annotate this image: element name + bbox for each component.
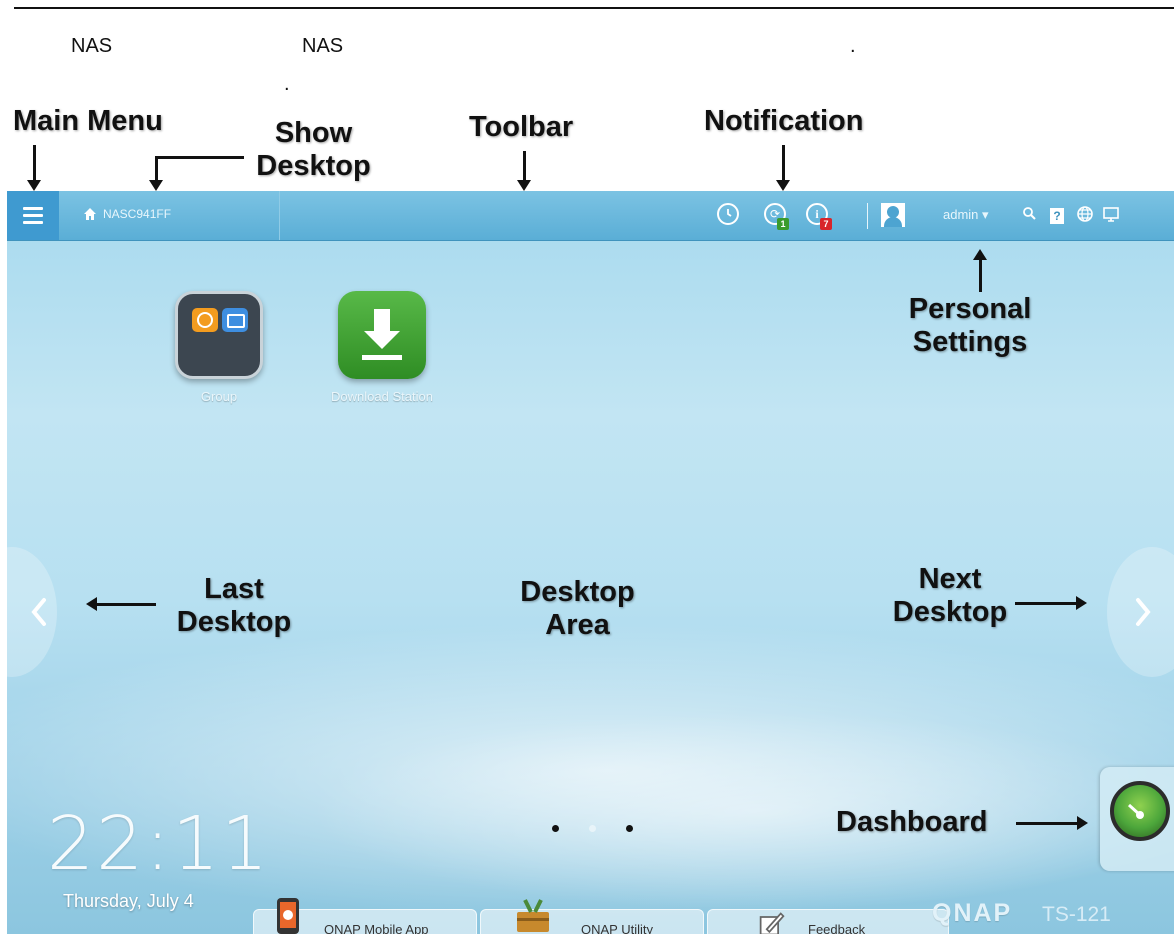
phone-icon xyxy=(277,898,299,934)
callout-next-desktop-line1: Next xyxy=(918,563,982,595)
home-icon xyxy=(84,208,96,220)
help-icon[interactable]: ? xyxy=(1047,205,1067,225)
app-group-label: Group xyxy=(200,389,238,404)
search-icon[interactable] xyxy=(1019,205,1039,225)
info-glyph: i xyxy=(815,207,819,221)
callout-personal-settings-line2: Settings xyxy=(912,326,1028,359)
sync-badge: 1 xyxy=(777,218,789,230)
search-icon-glyph xyxy=(1023,207,1036,220)
gauge-needle xyxy=(1127,803,1144,819)
callout-desktop-area: Desktop Area xyxy=(505,576,650,643)
chevron-right-icon xyxy=(1136,598,1151,626)
taskbar-feedback[interactable]: Feedback xyxy=(707,909,949,934)
show-desktop-button[interactable]: NASC941FF xyxy=(67,191,280,240)
callout-personal-settings: Personal Settings xyxy=(880,293,1060,360)
username-menu[interactable]: admin ▾ xyxy=(943,207,989,223)
taskbar-feedback-label: Feedback xyxy=(808,922,866,934)
doc-text-dot-2: . xyxy=(284,73,290,95)
dashboard-button[interactable] xyxy=(1100,767,1174,871)
user-avatar-icon[interactable] xyxy=(881,203,905,227)
callout-toolbar: Toolbar xyxy=(469,111,574,143)
arrow-main-menu xyxy=(27,145,41,191)
callout-notification: Notification xyxy=(704,105,864,137)
desktop-clock: 22:11 xyxy=(47,801,271,887)
callout-last-desktop-line2: Desktop xyxy=(176,606,292,639)
toolbar-divider xyxy=(867,203,868,229)
arrow-dashboard xyxy=(1016,816,1088,830)
arrow-notification xyxy=(776,145,790,191)
clock-hands xyxy=(727,209,732,217)
callout-main-menu: Main Menu xyxy=(13,105,163,137)
main-menu-button[interactable] xyxy=(7,191,59,240)
arrow-toolbar xyxy=(517,151,531,191)
taskbar-mobile-app-label: QNAP Mobile App xyxy=(324,922,429,934)
app-download-station-label: Download Station xyxy=(331,389,433,404)
doc-text-nas-1: NAS xyxy=(71,35,113,57)
callout-show-desktop-line2: Desktop xyxy=(256,150,371,183)
callout-desktop-area-line1: Desktop xyxy=(520,576,635,608)
background-wave xyxy=(307,711,1174,911)
hamburger-line xyxy=(23,221,43,224)
callout-dashboard: Dashboard xyxy=(836,806,988,838)
taskbar-mobile-app[interactable]: QNAP Mobile App xyxy=(253,898,477,934)
app-group[interactable]: Group xyxy=(169,291,269,404)
page-dot-active[interactable] xyxy=(589,825,596,832)
info-badge: 7 xyxy=(820,218,832,230)
arrow-show-desktop-h xyxy=(156,156,244,159)
toolbar: NASC941FF ⟳ 1 i 7 admin ▾ ? xyxy=(7,191,1174,241)
callout-desktop-area-line2: Area xyxy=(545,609,610,642)
callout-next-desktop: Next Desktop xyxy=(880,563,1020,630)
callout-personal-settings-line1: Personal xyxy=(908,293,1032,325)
desktop-page-indicator xyxy=(547,825,647,837)
hamburger-line xyxy=(23,207,43,210)
doc-text-nas-2: NAS xyxy=(302,35,344,57)
globe-glyph xyxy=(1077,206,1093,222)
chevron-down-icon: ▾ xyxy=(982,207,989,222)
folder-group-icon xyxy=(175,291,263,379)
toolbox-icon xyxy=(517,899,549,932)
qnap-logo: QNAP xyxy=(932,899,1013,927)
page-dot[interactable] xyxy=(626,825,633,832)
media-play-icon xyxy=(192,308,218,332)
language-globe-icon[interactable] xyxy=(1075,205,1095,225)
previous-desktop-button[interactable] xyxy=(7,547,57,677)
callout-show-desktop: Show Desktop xyxy=(246,117,381,184)
download-arrow-icon xyxy=(338,291,426,379)
nas-name: NASC941FF xyxy=(103,207,172,221)
top-rule xyxy=(14,7,1174,9)
callout-show-desktop-line1: Show xyxy=(274,117,353,149)
monitor-glyph xyxy=(1103,207,1119,222)
callout-last-desktop: Last Desktop xyxy=(164,573,304,640)
next-desktop-button[interactable] xyxy=(1107,547,1174,677)
arrow-personal-settings xyxy=(973,249,987,292)
nas-model: TS-121 xyxy=(1042,903,1111,926)
desktop-date: Thursday, July 4 xyxy=(63,891,194,911)
page-dot[interactable] xyxy=(552,825,559,832)
username-label: admin xyxy=(943,207,979,222)
taskbar-qnap-utility[interactable]: QNAP Utility xyxy=(480,899,704,934)
help-glyph: ? xyxy=(1050,208,1064,224)
desktop-preferences-monitor-icon[interactable] xyxy=(1101,205,1121,225)
pencil-note-icon xyxy=(759,912,785,934)
arrow-next-desktop xyxy=(1015,596,1087,610)
hamburger-line xyxy=(23,214,43,217)
background-task-clock-icon[interactable] xyxy=(717,203,739,225)
arrow-show-desktop-v xyxy=(149,156,163,191)
download-arrow-glyph xyxy=(362,309,402,360)
doc-text-dot-1: . xyxy=(850,35,856,57)
photo-icon xyxy=(222,308,248,332)
callout-last-desktop-line1: Last xyxy=(204,573,264,605)
dashboard-gauge-icon xyxy=(1110,781,1170,841)
chevron-left-icon xyxy=(31,598,46,626)
arrow-last-desktop xyxy=(86,597,156,611)
taskbar-qnap-utility-label: QNAP Utility xyxy=(581,922,653,934)
callout-next-desktop-line2: Desktop xyxy=(892,596,1008,629)
app-download-station[interactable]: Download Station xyxy=(302,291,462,404)
